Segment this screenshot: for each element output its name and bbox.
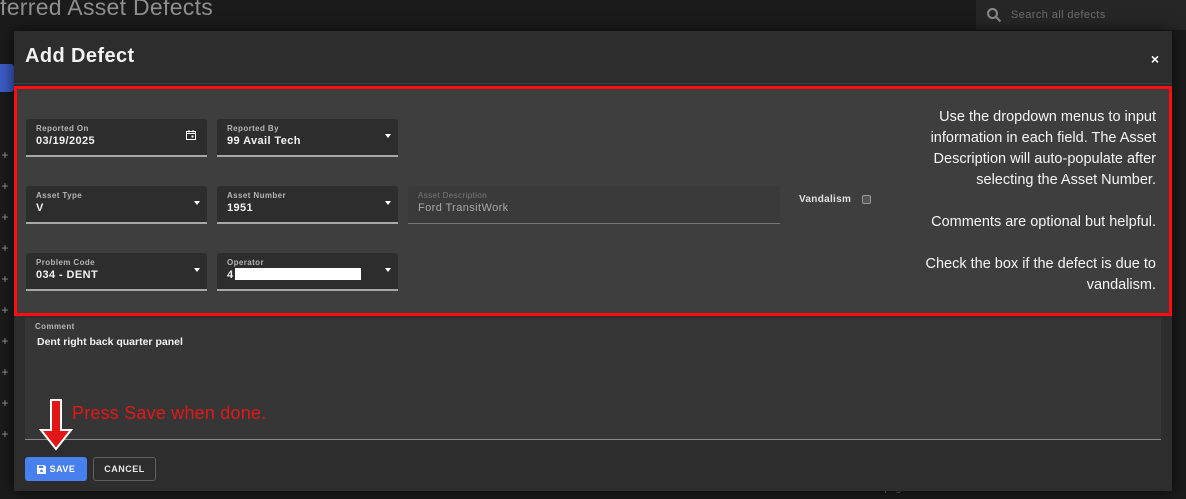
modal-title: Add Defect <box>25 45 135 67</box>
save-button[interactable]: SAVE <box>25 457 87 481</box>
divider <box>14 83 1172 84</box>
add-defect-modal: Add Defect × Reported On 03/19/2025 Repo… <box>14 31 1172 491</box>
field-value: Ford TransitWork <box>418 202 509 214</box>
field-label: Operator <box>227 258 264 267</box>
field-label: Reported On <box>36 124 89 133</box>
add-button[interactable] <box>0 64 14 92</box>
field-label: Problem Code <box>36 258 96 267</box>
field-value: 99 Avail Tech <box>227 135 301 147</box>
search-bar[interactable]: Search all defects <box>976 0 1186 30</box>
operator-select[interactable]: Operator 4 <box>217 253 398 291</box>
problem-code-select[interactable]: Problem Code 034 - DENT <box>26 253 207 291</box>
expand-row-icon[interactable]: + <box>0 179 10 193</box>
instruction-vandalism: Check the box if the defect is due to va… <box>925 256 1156 293</box>
search-icon <box>987 8 1002 23</box>
caret-down-icon <box>194 201 200 205</box>
expand-row-icon[interactable]: + <box>0 396 10 410</box>
expand-row-icon[interactable]: + <box>0 334 10 348</box>
field-value: V <box>36 202 44 214</box>
cancel-button-label: CANCEL <box>104 464 145 474</box>
save-button-label: SAVE <box>49 464 76 474</box>
page-title: ferred Asset Defects <box>0 0 214 20</box>
down-arrow-annotation-icon <box>39 399 73 451</box>
expand-row-icon[interactable]: + <box>0 210 10 224</box>
caret-down-icon <box>194 268 200 272</box>
asset-description-field: Asset Description Ford TransitWork <box>408 186 780 224</box>
field-value: 03/19/2025 <box>36 135 96 147</box>
field-label: Asset Type <box>36 191 83 200</box>
field-label: Comment <box>35 322 75 331</box>
field-label: Reported By <box>227 124 279 133</box>
instruction-dropdowns: Use the dropdown menus to input informat… <box>930 109 1156 188</box>
expand-row-icon[interactable]: + <box>0 303 10 317</box>
caret-down-icon <box>385 134 391 138</box>
vandalism-checkbox[interactable] <box>862 195 871 204</box>
asset-number-select[interactable]: Asset Number 1951 <box>217 186 398 224</box>
field-value: 034 - DENT <box>36 269 99 281</box>
asset-type-select[interactable]: Asset Type V <box>26 186 207 224</box>
expand-row-icon[interactable]: + <box>0 272 10 286</box>
caret-down-icon <box>385 268 391 272</box>
expand-row-icon[interactable]: + <box>0 365 10 379</box>
field-label: Asset Number <box>227 191 287 200</box>
caret-down-icon <box>385 201 391 205</box>
field-value: Dent right back quarter panel <box>37 336 183 348</box>
floppy-disk-icon <box>36 464 46 474</box>
field-label: Asset Description <box>418 191 488 200</box>
field-value: 1951 <box>227 202 254 214</box>
calendar-icon[interactable] <box>186 130 196 140</box>
expand-row-icon[interactable]: + <box>0 148 10 162</box>
search-placeholder: Search all defects <box>1011 9 1106 21</box>
expand-row-icon[interactable]: + <box>0 241 10 255</box>
cancel-button[interactable]: CANCEL <box>93 457 156 481</box>
instruction-comments: Comments are optional but helpful. <box>931 214 1156 230</box>
reported-by-select[interactable]: Reported By 99 Avail Tech <box>217 119 398 157</box>
vandalism-label: Vandalism <box>799 194 852 205</box>
redaction-box <box>235 268 361 280</box>
reported-on-field[interactable]: Reported On 03/19/2025 <box>26 119 207 157</box>
instructions-text: Use the dropdown menus to input informat… <box>894 107 1156 296</box>
save-hint-annotation: Press Save when done. <box>72 403 267 423</box>
close-button[interactable]: × <box>1151 51 1159 67</box>
field-value: 4 <box>227 269 234 281</box>
expand-row-icon[interactable]: + <box>0 427 10 441</box>
